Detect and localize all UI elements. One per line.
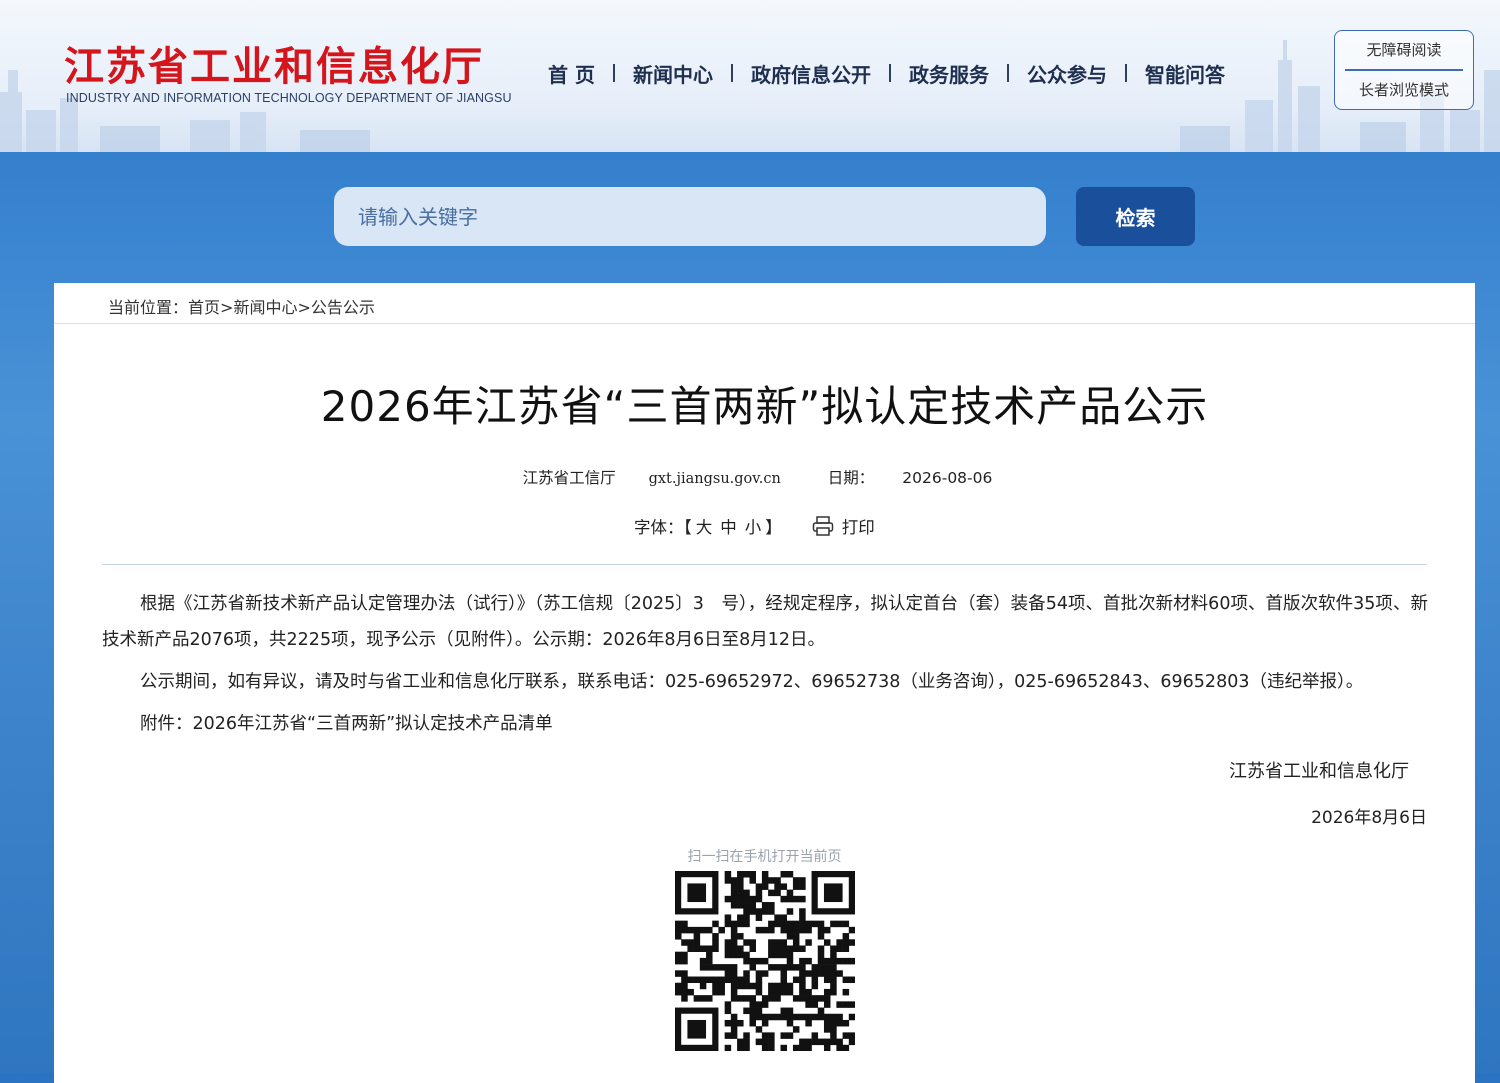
article-card: 当前位置：首页>新闻中心>公告公示 2026年江苏省“三首两新”拟认定技术产品公… xyxy=(54,283,1475,1083)
font-size-small-link[interactable]: 小 xyxy=(745,514,762,538)
elder-mode-button[interactable]: 长者浏览模式 xyxy=(1335,71,1473,109)
divider xyxy=(54,323,1475,324)
divider xyxy=(102,564,1427,565)
font-size-label: 字体：【 xyxy=(634,518,692,537)
article-source: 江苏省工信厅 xyxy=(522,469,616,487)
article-title: 2026年江苏省“三首两新”拟认定技术产品公示 xyxy=(320,382,1209,431)
font-size-controls: 字体：【 大 中 小 】 打印 xyxy=(634,514,875,538)
font-size-bracket: 】 xyxy=(765,518,782,537)
signature-department: 江苏省工业和信息化厅 xyxy=(1229,761,1409,782)
print-button[interactable]: 打印 xyxy=(812,514,875,538)
article-paragraph: 公示期间，如有异议，请及时与省工业和信息化厅联系，联系电话：025-696529… xyxy=(140,672,1364,692)
search-input[interactable] xyxy=(334,187,1046,246)
article-date-label: 日期： xyxy=(827,469,875,487)
nav-item-news-center[interactable]: 新闻中心 xyxy=(633,59,713,88)
nav-item-participation[interactable]: 公众参与 xyxy=(1027,59,1107,88)
barrier-free-reading-button[interactable]: 无障碍阅读 xyxy=(1335,31,1473,69)
nav-separator xyxy=(1124,64,1127,82)
nav-item-gov-info[interactable]: 政府信息公开 xyxy=(751,59,871,88)
nav-separator xyxy=(888,64,891,82)
qr-code-label: 扫一扫在手机打开当前页 xyxy=(687,849,842,865)
breadcrumb-separator: > xyxy=(220,298,234,317)
breadcrumb-news-center[interactable]: 新闻中心 xyxy=(233,298,297,317)
site-header: 江苏省工业和信息化厅 INDUSTRY AND INFORMATION TECH… xyxy=(0,0,1500,152)
printer-icon xyxy=(812,516,833,536)
main-nav: 首 页 新闻中心 政府信息公开 政务服务 公众参与 智能问答 xyxy=(548,58,1225,88)
print-label: 打印 xyxy=(841,518,875,537)
site-logo-title[interactable]: 江苏省工业和信息化厅 xyxy=(64,34,484,92)
font-size-medium-link[interactable]: 中 xyxy=(720,514,737,538)
qr-code xyxy=(675,871,855,1051)
breadcrumb-prefix: 当前位置： xyxy=(108,298,189,317)
nav-item-smart-qa[interactable]: 智能问答 xyxy=(1145,59,1225,88)
nav-separator xyxy=(1006,64,1009,82)
breadcrumb-separator: > xyxy=(297,298,311,317)
signature-date: 2026年8月6日 xyxy=(1311,808,1427,828)
breadcrumb-announcements[interactable]: 公告公示 xyxy=(311,298,375,317)
nav-separator xyxy=(612,64,615,82)
nav-separator xyxy=(730,64,733,82)
attachment-link[interactable]: 附件：2026年江苏省“三首两新”拟认定技术产品清单 xyxy=(102,706,1428,742)
article-site: gxt.jiangsu.gov.cn xyxy=(648,471,781,487)
article-meta: 江苏省工信厅 gxt.jiangsu.gov.cn 日期： 2026-08-06 xyxy=(54,466,1475,488)
article-paragraph: 根据《江苏省新技术新产品认定管理办法（试行）》（苏工信规〔2025〕3 号），经… xyxy=(102,594,1428,650)
accessibility-panel: 无障碍阅读 长者浏览模式 xyxy=(1334,30,1474,110)
nav-item-services[interactable]: 政务服务 xyxy=(909,59,989,88)
article-body: 根据《江苏省新技术新产品认定管理办法（试行）》（苏工信规〔2025〕3 号），经… xyxy=(102,586,1428,748)
article-date: 2026-08-06 xyxy=(902,469,993,487)
breadcrumb-home[interactable]: 首页 xyxy=(188,298,220,317)
nav-item-home[interactable]: 首 页 xyxy=(548,59,595,88)
font-size-large-link[interactable]: 大 xyxy=(696,514,713,538)
site-logo-subtitle: INDUSTRY AND INFORMATION TECHNOLOGY DEPA… xyxy=(66,91,512,105)
search-button[interactable]: 检索 xyxy=(1076,187,1195,246)
breadcrumb: 当前位置：首页>新闻中心>公告公示 xyxy=(108,294,375,318)
